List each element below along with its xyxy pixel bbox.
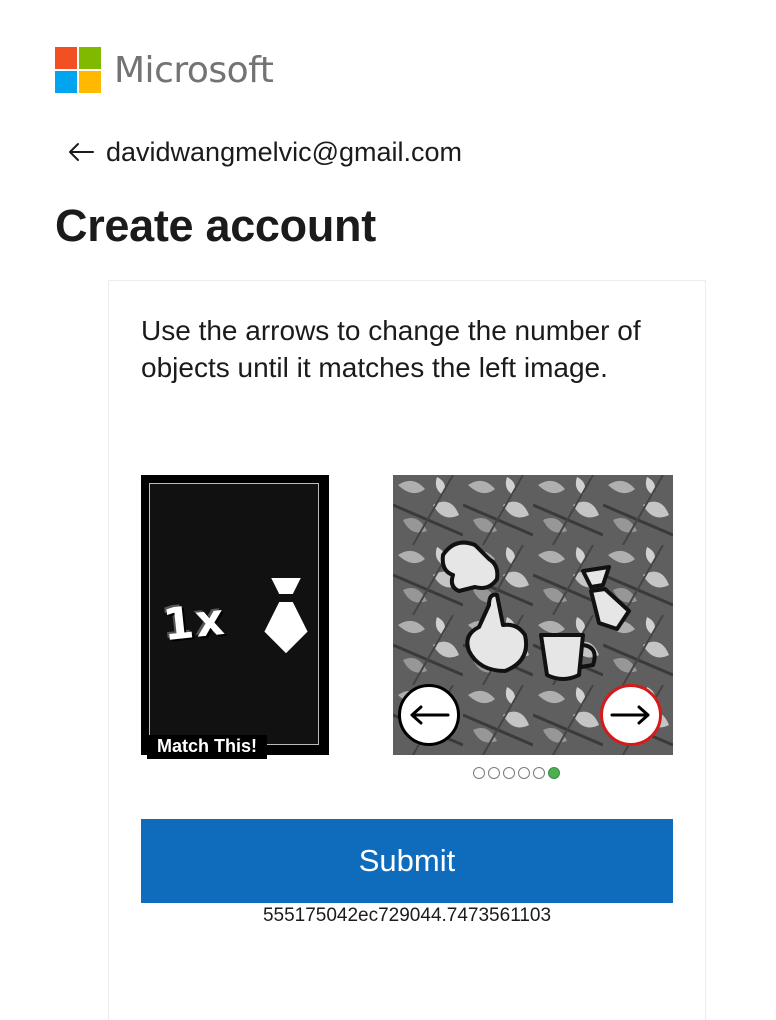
identity-email: davidwangmelvic@gmail.com: [106, 136, 463, 167]
arrow-left-icon: [69, 143, 94, 161]
microsoft-logo-icon: [55, 47, 101, 93]
page-indicator: [473, 767, 560, 779]
page-dot: [503, 767, 515, 779]
puzzle-image: [393, 475, 673, 755]
match-this-label: Match This!: [147, 735, 268, 759]
target-image: 1x Match This!: [141, 475, 329, 759]
previous-arrow-button[interactable]: [398, 684, 460, 746]
back-button[interactable]: [66, 137, 96, 167]
brand-name: Microsoft: [114, 49, 274, 91]
arrow-left-icon: [410, 705, 450, 725]
microsoft-logo: Microsoft: [55, 47, 274, 93]
page-dot-active: [548, 767, 560, 779]
session-id: 555175042ec729044.7473561103: [262, 905, 552, 926]
page-dot: [488, 767, 500, 779]
arrow-right-icon: [610, 705, 650, 725]
tie-icon: [260, 574, 312, 658]
identity-banner: davidwangmelvic@gmail.com: [66, 134, 462, 170]
submit-button[interactable]: Submit: [141, 819, 673, 903]
challenge-instructions: Use the arrows to change the number of o…: [141, 315, 641, 383]
page-dot: [518, 767, 530, 779]
page-dot: [473, 767, 485, 779]
page-dot: [533, 767, 545, 779]
page-title: Create account: [55, 200, 376, 251]
target-count: 1x: [160, 593, 229, 652]
next-arrow-button[interactable]: [600, 684, 662, 746]
